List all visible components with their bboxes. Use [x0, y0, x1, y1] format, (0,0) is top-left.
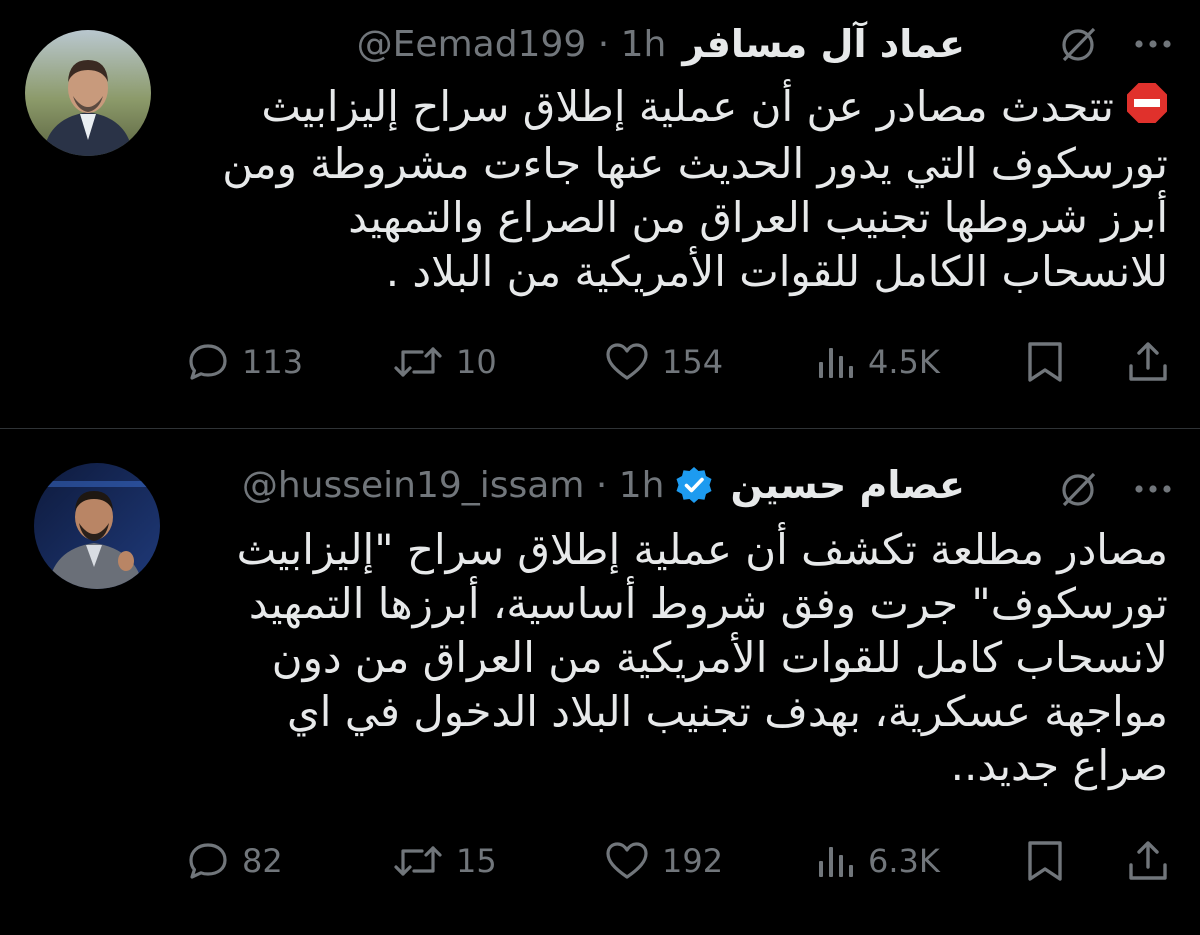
stop-sign-icon [1126, 82, 1168, 137]
header-icons [1056, 467, 1172, 511]
tweet-text: تتحدث مصادر عن أن عملية إطلاق سراح إليزا… [208, 80, 1168, 299]
action-bar: 113 10 154 4.5K [0, 334, 1200, 390]
three-dots-icon[interactable] [1134, 484, 1172, 494]
handle-and-time[interactable]: @Eemad199 · 1h [357, 24, 667, 65]
reply-button[interactable]: 82 [186, 833, 283, 889]
views-count: 4.5K [868, 343, 940, 381]
display-name[interactable]: عصام حسين [730, 463, 965, 507]
speech-bubble-icon [186, 340, 230, 384]
header-icons [1056, 22, 1172, 66]
avatar[interactable] [25, 30, 151, 156]
tweet-text: مصادر مطلعة تكشف أن عملية إطلاق سراح "إل… [208, 523, 1168, 793]
views-button[interactable]: 4.5K [816, 334, 940, 390]
reply-button[interactable]: 113 [186, 334, 303, 390]
tweet-time[interactable]: 1h [621, 24, 667, 65]
bookmark-icon [1026, 340, 1064, 384]
reply-count: 82 [242, 842, 283, 880]
heart-icon [604, 839, 650, 883]
share-arrow-icon [1126, 839, 1170, 883]
share-button[interactable] [1126, 334, 1170, 390]
user-handle[interactable]: @hussein19_issam [242, 465, 585, 506]
tweet-time[interactable]: 1h [619, 465, 665, 506]
slashed-circle-icon[interactable] [1056, 467, 1100, 511]
bar-chart-icon [816, 839, 856, 883]
verified-badge-icon[interactable] [674, 465, 714, 505]
retweet-arrows-icon [392, 839, 444, 883]
like-count: 154 [662, 343, 724, 381]
bar-chart-icon [816, 340, 856, 384]
like-button[interactable]: 192 [604, 833, 723, 889]
reply-count: 113 [242, 343, 304, 381]
tweet-header: @hussein19_issam · 1h عصام حسين [242, 455, 965, 515]
display-name[interactable]: عماد آل مسافر [682, 22, 965, 66]
handle-and-time[interactable]: @hussein19_issam · 1h [242, 465, 665, 506]
retweet-arrows-icon [392, 340, 444, 384]
slashed-circle-icon[interactable] [1056, 22, 1100, 66]
avatar[interactable] [34, 463, 160, 589]
action-bar: 82 15 192 6.3K [0, 833, 1200, 889]
like-count: 192 [662, 842, 724, 880]
bookmark-icon [1026, 839, 1064, 883]
like-button[interactable]: 154 [604, 334, 723, 390]
bookmark-button[interactable] [1026, 833, 1064, 889]
retweet-button[interactable]: 15 [392, 833, 497, 889]
share-arrow-icon [1126, 340, 1170, 384]
tweet-1[interactable]: @Eemad199 · 1h عماد آل مسافر تتحدث مصادر… [0, 0, 1200, 428]
views-button[interactable]: 6.3K [816, 833, 940, 889]
views-count: 6.3K [868, 842, 940, 880]
bookmark-button[interactable] [1026, 334, 1064, 390]
heart-icon [604, 340, 650, 384]
speech-bubble-icon [186, 839, 230, 883]
share-button[interactable] [1126, 833, 1170, 889]
user-handle[interactable]: @Eemad199 [357, 24, 587, 65]
retweet-count: 10 [456, 343, 497, 381]
tweet-header: @Eemad199 · 1h عماد آل مسافر [357, 14, 965, 74]
three-dots-icon[interactable] [1134, 39, 1172, 49]
tweet-body: مصادر مطلعة تكشف أن عملية إطلاق سراح "إل… [236, 525, 1168, 790]
retweet-button[interactable]: 10 [392, 334, 497, 390]
tweet-2[interactable]: @hussein19_issam · 1h عصام حسين مصادر مط… [0, 429, 1200, 935]
tweet-body: تتحدث مصادر عن أن عملية إطلاق سراح إليزا… [222, 82, 1168, 296]
retweet-count: 15 [456, 842, 497, 880]
